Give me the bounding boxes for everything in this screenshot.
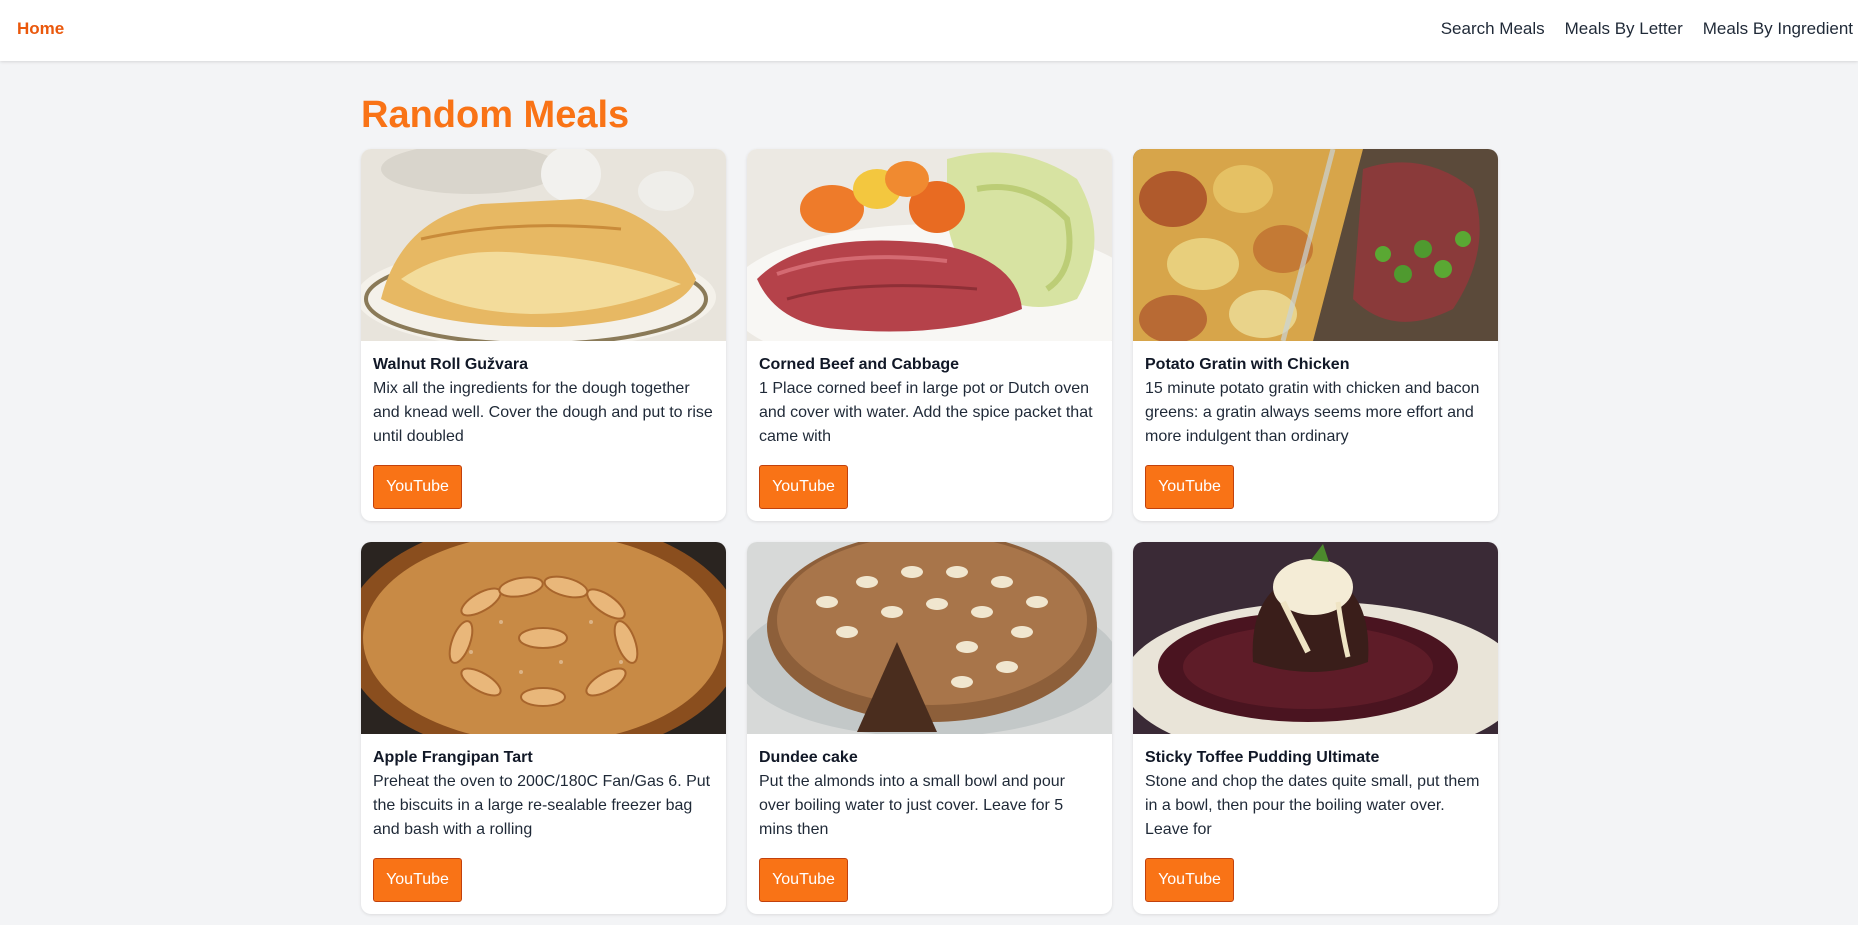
meal-image-corned-beef[interactable] [747, 149, 1112, 341]
meal-description: Put the almonds into a small bowl and po… [759, 773, 1065, 838]
youtube-button[interactable]: YouTube [373, 465, 462, 509]
youtube-button[interactable]: YouTube [373, 858, 462, 902]
meal-title: Potato Gratin with Chicken [1145, 356, 1350, 373]
meal-title: Sticky Toffee Pudding Ultimate [1145, 749, 1380, 766]
meal-image-walnut-roll[interactable] [361, 149, 726, 341]
nav-link-meals-by-letter[interactable]: Meals By Letter [1565, 19, 1683, 39]
meal-card: Corned Beef and Cabbage 1 Place corned b… [747, 149, 1112, 521]
nav-links: Search Meals Meals By Letter Meals By In… [1441, 19, 1858, 39]
meal-image-apple-tart[interactable] [361, 542, 726, 734]
meal-title: Corned Beef and Cabbage [759, 356, 960, 373]
meal-card: Sticky Toffee Pudding Ultimate Stone and… [1133, 542, 1498, 914]
nav-link-search-meals[interactable]: Search Meals [1441, 19, 1545, 39]
meal-image-potato-gratin[interactable] [1133, 149, 1498, 341]
meal-description: 15 minute potato gratin with chicken and… [1145, 380, 1480, 445]
meal-description: Stone and chop the dates quite small, pu… [1145, 773, 1480, 838]
meal-image-dundee-cake[interactable] [747, 542, 1112, 734]
youtube-button[interactable]: YouTube [1145, 465, 1234, 509]
nav-home-link[interactable]: Home [17, 19, 64, 39]
nav-link-meals-by-ingredient[interactable]: Meals By Ingredient [1703, 19, 1853, 39]
youtube-button[interactable]: YouTube [759, 858, 848, 902]
meal-title: Dundee cake [759, 749, 858, 766]
meal-card: Dundee cake Put the almonds into a small… [747, 542, 1112, 914]
youtube-button[interactable]: YouTube [1145, 858, 1234, 902]
meal-card: Potato Gratin with Chicken 15 minute pot… [1133, 149, 1498, 521]
meal-description: Preheat the oven to 200C/180C Fan/Gas 6.… [373, 773, 711, 838]
meal-title: Apple Frangipan Tart [373, 749, 533, 766]
meal-title: Walnut Roll Gužvara [373, 356, 528, 373]
meal-image-sticky-toffee[interactable] [1133, 542, 1498, 734]
top-navbar: Home Search Meals Meals By Letter Meals … [0, 0, 1858, 61]
meal-card: Apple Frangipan Tart Preheat the oven to… [361, 542, 726, 914]
youtube-button[interactable]: YouTube [759, 465, 848, 509]
page-title: Random Meals [361, 94, 630, 136]
meal-grid: Walnut Roll Gužvara Mix all the ingredie… [361, 149, 1498, 914]
meal-description: 1 Place corned beef in large pot or Dutc… [759, 380, 1093, 445]
meal-card: Walnut Roll Gužvara Mix all the ingredie… [361, 149, 726, 521]
meal-description: Mix all the ingredients for the dough to… [373, 380, 713, 445]
